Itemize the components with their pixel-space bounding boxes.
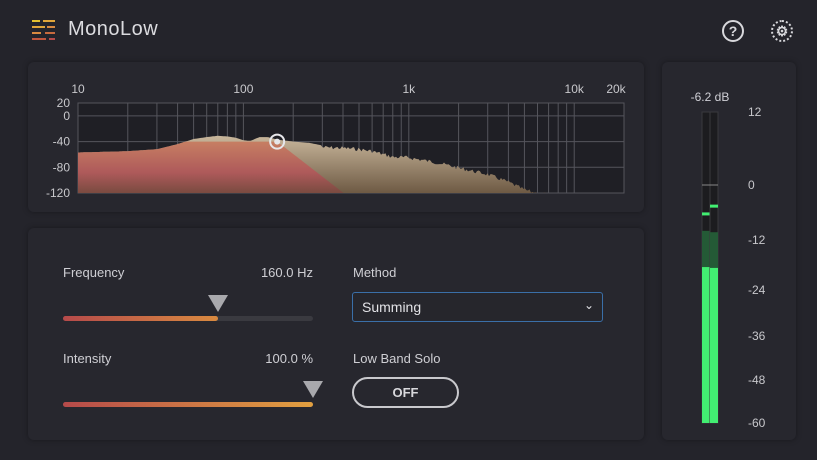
- method-label: Method: [353, 265, 397, 280]
- y-tick-label: -40: [53, 135, 71, 149]
- frequency-value[interactable]: 160.0 Hz: [200, 265, 313, 280]
- method-dropdown[interactable]: Summing ⌄: [352, 292, 603, 322]
- meter-right-peak-hold: [710, 204, 718, 208]
- x-tick-label: 20k: [606, 82, 626, 96]
- x-tick-label: 10k: [565, 82, 585, 96]
- meter-scale-label: 0: [748, 178, 755, 192]
- meter-left-peak-hold: [702, 212, 710, 216]
- output-meter: 12 0 -12 -24 -36 -48 -60: [701, 105, 766, 430]
- x-tick-label: 10: [71, 82, 85, 96]
- spectrum-chart[interactable]: 10 100 1k 10k 20k200-40-80-120: [28, 62, 644, 212]
- question-circle-icon[interactable]: ?: [722, 20, 744, 42]
- intensity-slider[interactable]: [63, 402, 313, 407]
- meter-scale-label: -36: [748, 329, 766, 343]
- x-tick-label: 100: [233, 82, 253, 96]
- meter-left-level: [702, 267, 710, 423]
- frequency-slider[interactable]: [63, 316, 313, 321]
- chevron-down-icon: ⌄: [583, 298, 594, 312]
- spectrum-panel: 10 100 1k 10k 20k 20 0 -40 -80 -120: [28, 62, 644, 212]
- low-band-solo-toggle[interactable]: OFF: [352, 377, 459, 408]
- monolow-logo: [32, 20, 55, 40]
- frequency-slider-thumb[interactable]: [208, 295, 228, 312]
- x-tick-label: 1k: [402, 82, 416, 96]
- intensity-slider-thumb[interactable]: [303, 381, 323, 398]
- crossover-handle-dot: [274, 138, 281, 145]
- meter-panel: 12 0 -12 -24 -36 -48 -60: [662, 62, 796, 440]
- y-tick-label: 0: [63, 109, 70, 123]
- meter-scale-label: -60: [748, 416, 766, 430]
- meter-readout: -6.2 dB: [690, 90, 730, 104]
- frequency-label: Frequency: [63, 265, 125, 280]
- low-band-solo-label: Low Band Solo: [353, 351, 441, 366]
- intensity-label: Intensity: [63, 351, 112, 366]
- method-selected: Summing: [362, 299, 422, 315]
- meter-scale-label: -48: [748, 373, 766, 387]
- y-tick-label: -120: [46, 186, 70, 200]
- meter-scale-label: -12: [748, 233, 766, 247]
- y-tick-label: -80: [53, 160, 71, 174]
- intensity-value[interactable]: 100.0 %: [200, 351, 313, 366]
- meter-scale-label: 12: [748, 105, 762, 119]
- app-title: MonoLow: [68, 18, 159, 40]
- controls-panel: [28, 228, 644, 440]
- gear-icon[interactable]: ⚙: [771, 20, 793, 42]
- meter-scale-label: -24: [748, 283, 766, 297]
- meter-right-level: [710, 267, 718, 423]
